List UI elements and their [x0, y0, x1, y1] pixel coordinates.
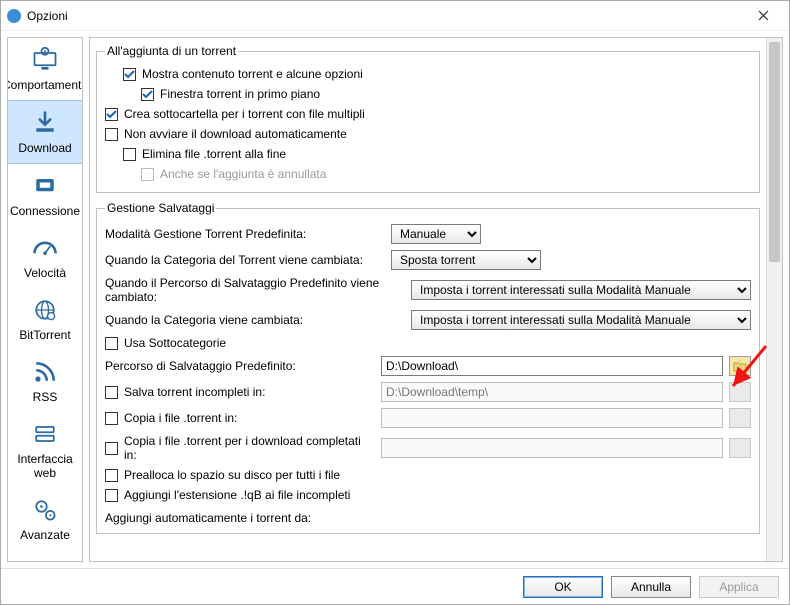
group-save-legend: Gestione Salvataggi — [105, 201, 216, 215]
input-default-path[interactable] — [381, 356, 723, 376]
ethernet-icon — [29, 170, 61, 202]
sidebar-item-bittorrent[interactable]: BitTorrent — [8, 288, 82, 350]
label-on-path-change: Quando il Percorso di Salvataggio Predef… — [105, 276, 405, 304]
label-on-cat-change: Quando la Categoria del Torrent viene ca… — [105, 253, 385, 267]
gears-icon — [29, 494, 61, 526]
checkbox-incomplete-path[interactable] — [105, 386, 118, 399]
dialog-footer: OK Annulla Applica — [1, 568, 789, 604]
window-title: Opzioni — [27, 9, 743, 23]
group-on-add-legend: All'aggiunta di un torrent — [105, 44, 238, 58]
vertical-scrollbar[interactable] — [766, 38, 782, 561]
label-copy-torrent: Copia i file .torrent in: — [124, 411, 237, 425]
rss-icon — [29, 356, 61, 388]
close-button[interactable] — [743, 2, 783, 30]
label-create-subdir: Crea sottocartella per i torrent con fil… — [124, 107, 365, 121]
checkbox-use-subcat[interactable] — [105, 337, 118, 350]
download-icon — [29, 107, 61, 139]
sidebar-item-label: Connessione — [10, 204, 80, 218]
checkbox-create-subdir[interactable] — [105, 108, 118, 121]
combo-on-cat-change[interactable]: Sposta torrent — [391, 250, 541, 270]
combo-default-mode[interactable]: Manuale — [391, 224, 481, 244]
browse-incomplete-button — [729, 382, 751, 402]
sidebar-item-connection[interactable]: Connessione — [8, 164, 82, 226]
combo-on-cat-changed[interactable]: Imposta i torrent interessati sulla Moda… — [411, 310, 751, 330]
server-icon — [29, 418, 61, 450]
checkbox-even-if-cancel — [141, 168, 154, 181]
input-incomplete-path — [381, 382, 723, 402]
label-use-subcat: Usa Sottocategorie — [124, 336, 226, 350]
body: Comportamento Download Connessione Veloc… — [1, 31, 789, 568]
globe-gear-icon — [29, 294, 61, 326]
sidebar-item-behavior[interactable]: Comportamento — [8, 38, 82, 100]
checkbox-copy-finished[interactable] — [105, 442, 118, 455]
input-copy-finished — [381, 438, 723, 458]
label-even-if-cancel: Anche se l'aggiunta è annullata — [160, 167, 326, 181]
apply-button: Applica — [699, 576, 779, 598]
content-panel: All'aggiunta di un torrent Mostra conten… — [90, 38, 766, 561]
cancel-button[interactable]: Annulla — [611, 576, 691, 598]
gauge-icon — [29, 232, 61, 264]
label-delete-torrent: Elimina file .torrent alla fine — [142, 147, 286, 161]
titlebar: Opzioni — [1, 1, 789, 31]
input-copy-torrent — [381, 408, 723, 428]
checkbox-preallocate[interactable] — [105, 469, 118, 482]
browse-copy-torrent-button — [729, 408, 751, 428]
sidebar-item-speed[interactable]: Velocità — [8, 226, 82, 288]
sidebar-item-label: RSS — [33, 390, 58, 404]
sidebar-item-label: Download — [18, 141, 71, 155]
checkbox-bring-front[interactable] — [141, 88, 154, 101]
ok-button[interactable]: OK — [523, 576, 603, 598]
sidebar-item-label: BitTorrent — [19, 328, 70, 342]
monitor-gear-icon — [29, 44, 61, 76]
group-save-management: Gestione Salvataggi Modalità Gestione To… — [96, 201, 760, 534]
content-wrap: All'aggiunta di un torrent Mostra conten… — [89, 37, 783, 562]
label-on-cat-changed: Quando la Categoria viene cambiata: — [105, 313, 405, 327]
checkbox-append-ext[interactable] — [105, 489, 118, 502]
label-append-ext: Aggiungi l'estensione .!qB ai file incom… — [124, 488, 350, 502]
browse-default-path-button[interactable] — [729, 356, 751, 376]
sidebar-item-label: Interfaccia web — [10, 452, 80, 480]
label-no-autostart: Non avviare il download automaticamente — [124, 127, 347, 141]
label-incomplete-path: Salva torrent incompleti in: — [124, 385, 265, 399]
app-icon — [7, 9, 21, 23]
label-default-path: Percorso di Salvataggio Predefinito: — [105, 359, 296, 373]
autoadd-section-header: Aggiungi automaticamente i torrent da: — [105, 511, 751, 525]
sidebar-item-rss[interactable]: RSS — [8, 350, 82, 412]
combo-on-path-change[interactable]: Imposta i torrent interessati sulla Moda… — [411, 280, 751, 300]
folder-icon — [733, 360, 747, 372]
label-preallocate: Prealloca lo spazio su disco per tutti i… — [124, 468, 340, 482]
browse-copy-finished-button — [729, 438, 751, 458]
sidebar-item-advanced[interactable]: Avanzate — [8, 488, 82, 550]
sidebar: Comportamento Download Connessione Veloc… — [7, 37, 83, 562]
group-on-add: All'aggiunta di un torrent Mostra conten… — [96, 44, 760, 193]
sidebar-item-label: Comportamento — [7, 78, 83, 92]
label-bring-front: Finestra torrent in primo piano — [160, 87, 320, 101]
checkbox-copy-torrent[interactable] — [105, 412, 118, 425]
checkbox-delete-torrent[interactable] — [123, 148, 136, 161]
label-default-mode: Modalità Gestione Torrent Predefinita: — [105, 227, 385, 241]
scroll-thumb[interactable] — [769, 42, 780, 262]
options-window: Opzioni Comportamento Download — [0, 0, 790, 605]
sidebar-item-label: Velocità — [24, 266, 66, 280]
checkbox-no-autostart[interactable] — [105, 128, 118, 141]
sidebar-item-download[interactable]: Download — [8, 100, 82, 164]
label-copy-finished: Copia i file .torrent per i download com… — [124, 434, 375, 462]
sidebar-item-webui[interactable]: Interfaccia web — [8, 412, 82, 488]
label-show-content: Mostra contenuto torrent e alcune opzion… — [142, 67, 363, 81]
sidebar-item-label: Avanzate — [20, 528, 70, 542]
checkbox-show-content[interactable] — [123, 68, 136, 81]
